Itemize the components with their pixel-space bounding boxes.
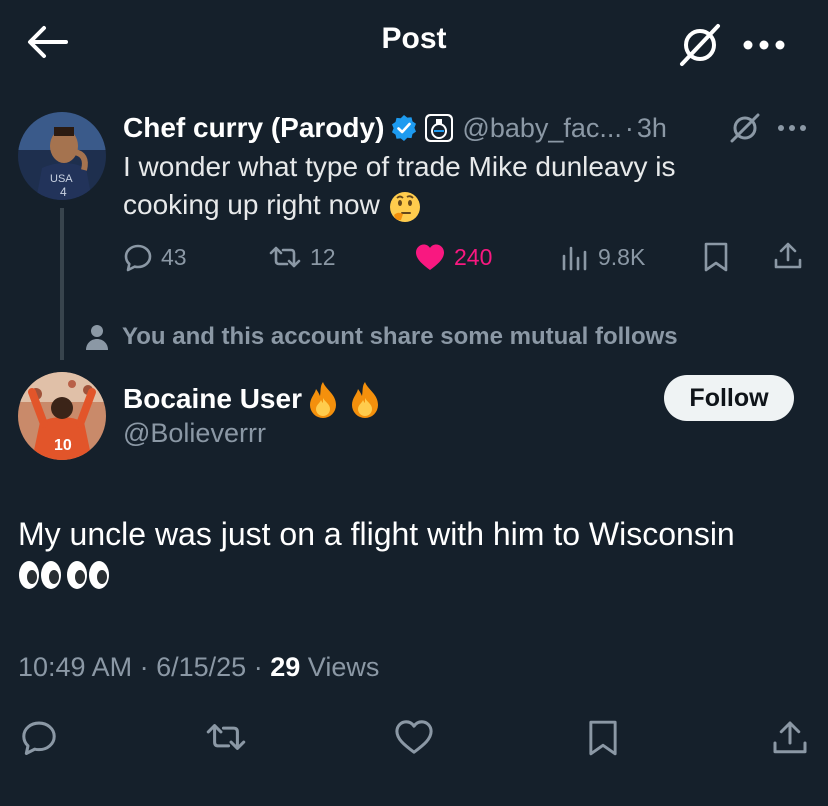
grok-icon[interactable] (728, 112, 762, 144)
svg-text:10: 10 (54, 437, 72, 454)
eyes-emoji-row (18, 559, 808, 591)
repost-icon (268, 242, 302, 272)
thinking-emoji (388, 190, 422, 224)
views-button[interactable]: 9.8K (560, 240, 645, 274)
like-count: 240 (454, 243, 493, 270)
reply-count: 43 (161, 243, 187, 270)
views-count: 9.8K (598, 243, 646, 270)
post-meta: 10:49 AM · 6/15/25 · 29 Views (18, 652, 379, 683)
author-handle[interactable]: @Bolieverrr (123, 418, 266, 449)
separator: · (253, 652, 263, 682)
repost-button[interactable]: 12 (268, 240, 336, 274)
more-icon[interactable] (741, 30, 787, 60)
like-button[interactable]: 240 (414, 240, 492, 274)
more-icon[interactable] (776, 118, 808, 138)
author-handle[interactable]: @baby_fac... (462, 113, 622, 144)
post-text: My uncle was just on a flight with him t… (18, 513, 808, 591)
follow-button[interactable]: Follow (664, 375, 794, 421)
parent-post-text: I wonder what type of trade Mike dunleav… (123, 148, 763, 224)
author-name[interactable]: Chef curry (Parody) (123, 112, 384, 144)
avatar[interactable]: 10 (18, 372, 106, 460)
svg-text:USA: USA (50, 173, 73, 185)
bookmark-icon[interactable] (586, 718, 620, 758)
parent-author-row: Chef curry (Parody) @baby_fac... · 3h (123, 110, 667, 146)
views-label[interactable]: Views (308, 652, 380, 682)
share-icon[interactable] (770, 718, 810, 758)
grok-icon[interactable] (676, 22, 724, 68)
eyes-emoji (66, 559, 110, 591)
post-date: 6/15/25 (156, 652, 247, 682)
avatar[interactable]: USA 4 (18, 112, 106, 200)
post-time: 10:49 AM (18, 652, 133, 682)
affiliate-badge-icon (424, 113, 454, 143)
separator: · (624, 112, 634, 143)
post-text-content: My uncle was just on a flight with him t… (18, 516, 735, 552)
mutual-follows-notice: You and this account share some mutual f… (86, 323, 678, 351)
person-icon (86, 324, 108, 350)
like-icon[interactable] (393, 718, 435, 756)
reply-icon (123, 242, 153, 272)
author-name[interactable]: Bocaine User (123, 383, 302, 415)
views-count: 29 (270, 652, 301, 682)
like-icon (414, 242, 446, 272)
verified-icon (390, 114, 418, 142)
reply-button[interactable]: 43 (123, 240, 187, 274)
mutual-follows-text: You and this account share some mutual f… (122, 323, 678, 350)
post-author-row: Bocaine User (123, 380, 382, 418)
repost-icon[interactable] (204, 718, 248, 756)
share-icon[interactable] (772, 240, 804, 272)
fire-emoji (348, 380, 382, 418)
fire-emoji (306, 380, 340, 418)
thread-line (60, 208, 64, 360)
svg-text:4: 4 (60, 185, 67, 199)
bookmark-icon[interactable] (702, 241, 730, 273)
post-time[interactable]: 3h (637, 113, 667, 144)
reply-icon[interactable] (20, 718, 58, 756)
eyes-emoji (18, 559, 62, 591)
separator: · (139, 652, 149, 682)
views-icon (560, 242, 590, 272)
repost-count: 12 (310, 243, 336, 270)
